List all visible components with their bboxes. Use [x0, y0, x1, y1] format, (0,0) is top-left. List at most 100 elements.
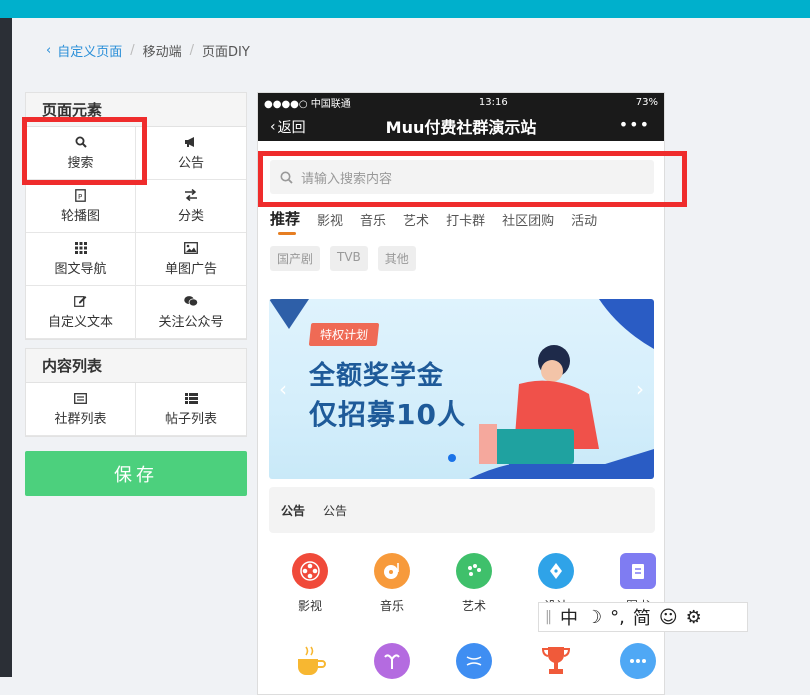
palette-icon [456, 553, 492, 589]
ime-language-toggle[interactable]: 中 [560, 604, 578, 630]
carousel-prev-icon[interactable]: ‹ [279, 377, 287, 401]
tab-group-buy[interactable]: 社区团购 [502, 210, 554, 229]
banner-badge: 特权计划 [308, 323, 380, 346]
drag-handle-icon[interactable]: ‖ [545, 609, 552, 625]
element-label: 自定义文本 [47, 315, 113, 330]
banner-heading: 全额奖学金 [309, 361, 445, 391]
category-label: 音乐 [379, 599, 404, 613]
gear-icon[interactable]: ⚙ [686, 607, 702, 628]
element-image-nav-button[interactable]: 图文导航 [26, 233, 136, 286]
element-notice-button[interactable]: 公告 [136, 127, 246, 180]
category-label: 艺术 [461, 599, 486, 613]
phone-subtags: 国产剧 TVB 其他 [270, 246, 416, 271]
punctuation-toggle[interactable]: °, [610, 607, 625, 628]
category-item[interactable] [351, 643, 433, 679]
exchange-icon [184, 188, 198, 202]
pen-nib-icon [538, 553, 574, 589]
notice-text: 公告 [323, 503, 348, 518]
element-single-ad-button[interactable]: 单图广告 [136, 233, 246, 286]
element-label: 分类 [177, 209, 204, 224]
nav-back-button[interactable]: ‹ 返回 [270, 117, 306, 137]
category-label: 影视 [297, 599, 322, 613]
carousel-icon: P [74, 188, 88, 202]
bullhorn-icon [184, 135, 198, 149]
book-icon [620, 553, 656, 589]
phone-nav-bar: ‹ 返回 Muu付费社群演示站 ••• [258, 111, 664, 141]
coffee-icon [292, 643, 328, 679]
image-icon [184, 241, 198, 255]
subtag-item[interactable]: TVB [330, 246, 368, 271]
content-list-panel: 内容列表 社群列表 帖子列表 [25, 348, 247, 437]
carousel-banner[interactable]: 特权计划 全额奖学金 仅招募10人 ‹ › [269, 299, 654, 479]
element-custom-text-button[interactable]: 自定义文本 [26, 286, 136, 339]
trophy-icon [538, 643, 574, 679]
category-music[interactable]: 音乐 [351, 553, 433, 614]
element-community-list-button[interactable]: 社群列表 [26, 383, 136, 436]
carousel-next-icon[interactable]: › [636, 377, 644, 401]
phone-tabs: 推荐 影视 音乐 艺术 打卡群 社区团购 活动 [270, 208, 614, 235]
film-reel-icon [292, 553, 328, 589]
carousel-indicator[interactable] [448, 454, 456, 462]
notice-bar[interactable]: 公告 公告 [269, 487, 655, 533]
subtag-item[interactable]: 国产剧 [270, 246, 321, 271]
sidebar-strip [0, 18, 12, 677]
subtag-item[interactable]: 其他 [377, 246, 416, 271]
highlight-search-element [22, 117, 147, 185]
category-item[interactable] [269, 643, 351, 679]
tab-music[interactable]: 音乐 [360, 210, 386, 229]
breadcrumb-link-custom-page[interactable]: 自定义页面 [57, 41, 122, 60]
element-label: 社群列表 [54, 412, 107, 427]
element-label: 关注公众号 [158, 315, 224, 330]
breadcrumb-mobile[interactable]: 移动端 [143, 41, 182, 60]
category-art[interactable]: 艺术 [433, 553, 515, 614]
wechat-icon [184, 294, 198, 308]
breadcrumb-separator: / [189, 43, 195, 58]
ball-icon [456, 643, 492, 679]
tab-activity[interactable]: 活动 [571, 210, 597, 229]
moon-icon[interactable]: ☽ [586, 607, 602, 628]
category-icons-row-2 [269, 643, 664, 679]
edit-icon [74, 294, 88, 308]
top-bar [0, 0, 810, 18]
element-post-list-button[interactable]: 帖子列表 [136, 383, 246, 436]
aries-icon [374, 643, 410, 679]
element-label: 图文导航 [54, 262, 107, 277]
element-follow-official-button[interactable]: 关注公众号 [136, 286, 246, 339]
carrier-text: ●●●●○ 中国联通 [264, 98, 351, 110]
element-label: 轮播图 [60, 209, 100, 224]
svg-text:P: P [78, 193, 82, 201]
notice-label: 公告 [281, 503, 306, 518]
list-icon [74, 391, 88, 405]
category-item[interactable] [515, 643, 597, 679]
category-film[interactable]: 影视 [269, 553, 351, 614]
simplified-toggle[interactable]: 简 [633, 604, 651, 630]
element-carousel-button[interactable]: P 轮播图 [26, 180, 136, 233]
category-item[interactable] [597, 643, 664, 679]
breadcrumb-current: 页面DIY [202, 45, 250, 60]
tab-film[interactable]: 影视 [317, 210, 343, 229]
emoji-icon[interactable]: ☺ [659, 607, 678, 628]
time-text: 13:16 [478, 96, 508, 108]
chevron-left-icon: ‹ [270, 119, 276, 135]
banner-subheading: 仅招募10人 [309, 398, 466, 431]
battery-text: 73% [635, 96, 658, 108]
element-label: 公告 [177, 156, 204, 171]
element-label: 单图广告 [164, 262, 217, 277]
nav-back-label: 返回 [277, 120, 306, 136]
more-icon[interactable]: ••• [619, 115, 650, 134]
chevron-left-icon[interactable]: ‹ [46, 43, 51, 58]
grid-icon [74, 241, 88, 255]
breadcrumb-separator: / [130, 43, 135, 58]
element-label: 帖子列表 [164, 412, 217, 427]
main-content: ‹ 自定义页面 / 移动端 / 页面DIY 页面元素 搜索 公告 P 轮播图 分… [12, 18, 810, 695]
element-category-button[interactable]: 分类 [136, 180, 246, 233]
more-dots-icon [620, 643, 656, 679]
music-disc-icon [374, 553, 410, 589]
tab-checkin[interactable]: 打卡群 [446, 210, 485, 229]
tab-recommend[interactable]: 推荐 [270, 208, 300, 235]
save-button[interactable]: 保存 [25, 451, 247, 496]
tab-art[interactable]: 艺术 [403, 210, 429, 229]
category-item[interactable] [433, 643, 515, 679]
panel-title: 内容列表 [26, 349, 246, 383]
breadcrumb: ‹ 自定义页面 / 移动端 / 页面DIY [46, 41, 250, 60]
